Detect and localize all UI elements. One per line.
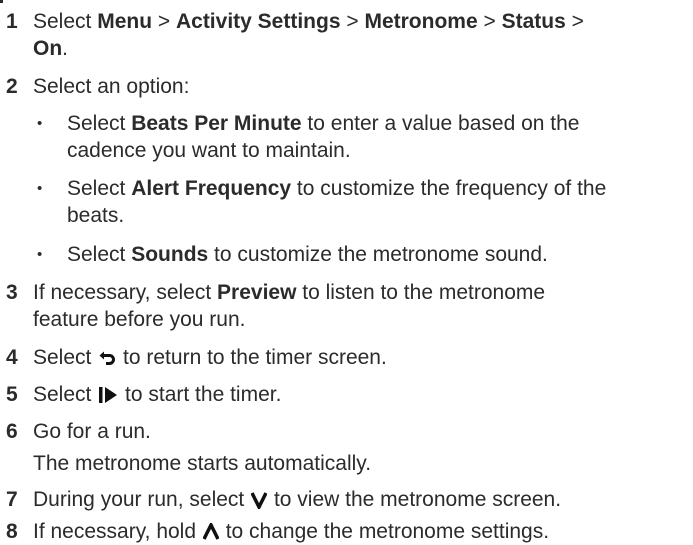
page-edge-mark	[0, 0, 3, 3]
separator: >	[152, 10, 176, 33]
step-6: 6 Go for a run.	[6, 418, 686, 445]
step-text: If necessary, select Preview to listen t…	[33, 279, 686, 333]
preview-term: Preview	[217, 281, 297, 304]
step-text-part: feature before you run.	[33, 308, 246, 331]
step-number: 3	[6, 281, 18, 304]
step-text-part: If necessary, select	[33, 281, 218, 304]
step-text-part: Select	[33, 383, 98, 406]
step-1: 1 Select Menu > Activity Settings > Metr…	[6, 8, 686, 62]
option-text: to enter a value based on the	[301, 112, 580, 135]
step-number: 2	[6, 75, 18, 98]
back-arrow-icon	[98, 349, 116, 367]
step-text-part: Select	[33, 10, 98, 33]
step-text: Select to start the timer.	[33, 381, 686, 408]
step-number: 1	[6, 10, 18, 33]
menu-term: Menu	[97, 10, 153, 33]
option-text: beats.	[67, 204, 125, 227]
up-arrow-icon	[202, 523, 219, 541]
step-text-part: During your run, select	[33, 488, 251, 511]
sounds-term: Sounds	[131, 243, 209, 266]
step-text-part: Select	[33, 346, 98, 369]
on-term: On	[33, 37, 63, 60]
step-number: 5	[6, 383, 18, 406]
step-4: 4 Select to return to the timer screen.	[6, 344, 686, 371]
option-item: • Select Sounds to customize the metrono…	[37, 241, 687, 268]
alert-frequency-term: Alert Frequency	[131, 177, 292, 200]
step-text-part: to listen to the metronome	[296, 281, 546, 304]
option-text: to customize the metronome sound.	[208, 243, 548, 266]
step-number: 4	[6, 346, 18, 369]
step-text: During your run, select to view the metr…	[33, 486, 686, 513]
option-text: Select	[67, 243, 132, 266]
step-text-part: If necessary, hold	[33, 520, 202, 543]
option-text: Select	[67, 112, 132, 135]
activity-settings-term: Activity Settings	[175, 10, 341, 33]
step-text: Select to return to the timer screen.	[33, 344, 686, 371]
step-number: 7	[6, 488, 18, 511]
step-text: If necessary, hold to change the metrono…	[33, 518, 686, 545]
beats-per-minute-term: Beats Per Minute	[131, 112, 302, 135]
step-text-part: Go for a run.	[33, 420, 151, 443]
step-number: 6	[6, 420, 18, 443]
down-arrow-icon	[251, 491, 268, 509]
step-5: 5 Select to start the timer.	[6, 381, 686, 408]
period: .	[62, 37, 69, 60]
option-item: • Select Alert Frequency to customize th…	[37, 175, 687, 229]
step-text: Select an option:	[33, 75, 190, 98]
step-text: Go for a run.	[33, 418, 686, 445]
metronome-term: Metronome	[364, 10, 478, 33]
step-text-part: to return to the timer screen.	[117, 346, 387, 369]
step-6-note: The metronome starts automatically.	[6, 450, 686, 477]
step-text: Select Menu > Activity Settings > Metron…	[33, 8, 686, 62]
status-term: Status	[501, 10, 566, 33]
separator: >	[477, 10, 502, 33]
bullet: •	[37, 115, 43, 132]
bullet: •	[37, 246, 43, 263]
step-3: 3 If necessary, select Preview to listen…	[6, 279, 686, 333]
step-7: 7 During your run, select to view the me…	[6, 486, 686, 513]
option-item: • Select Beats Per Minute to enter a val…	[37, 110, 687, 164]
option-text: Select	[67, 177, 132, 200]
step-number: 8	[6, 520, 18, 543]
step-text-part: to start the timer.	[119, 383, 282, 406]
option-text: cadence you want to maintain.	[67, 139, 351, 162]
step-2: 2 Select an option:	[6, 73, 686, 100]
option-text: to customize the frequency of the	[291, 177, 607, 200]
bullet: •	[37, 180, 43, 197]
play-pause-icon	[98, 386, 118, 404]
separator: >	[340, 10, 365, 33]
step-8: 8 If necessary, hold to change the metro…	[6, 518, 686, 545]
step-text-part: to view the metronome screen.	[268, 488, 562, 511]
separator: >	[565, 10, 584, 33]
step-text-part: to change the metronome settings.	[219, 520, 550, 543]
step-note: The metronome starts automatically.	[33, 452, 372, 475]
